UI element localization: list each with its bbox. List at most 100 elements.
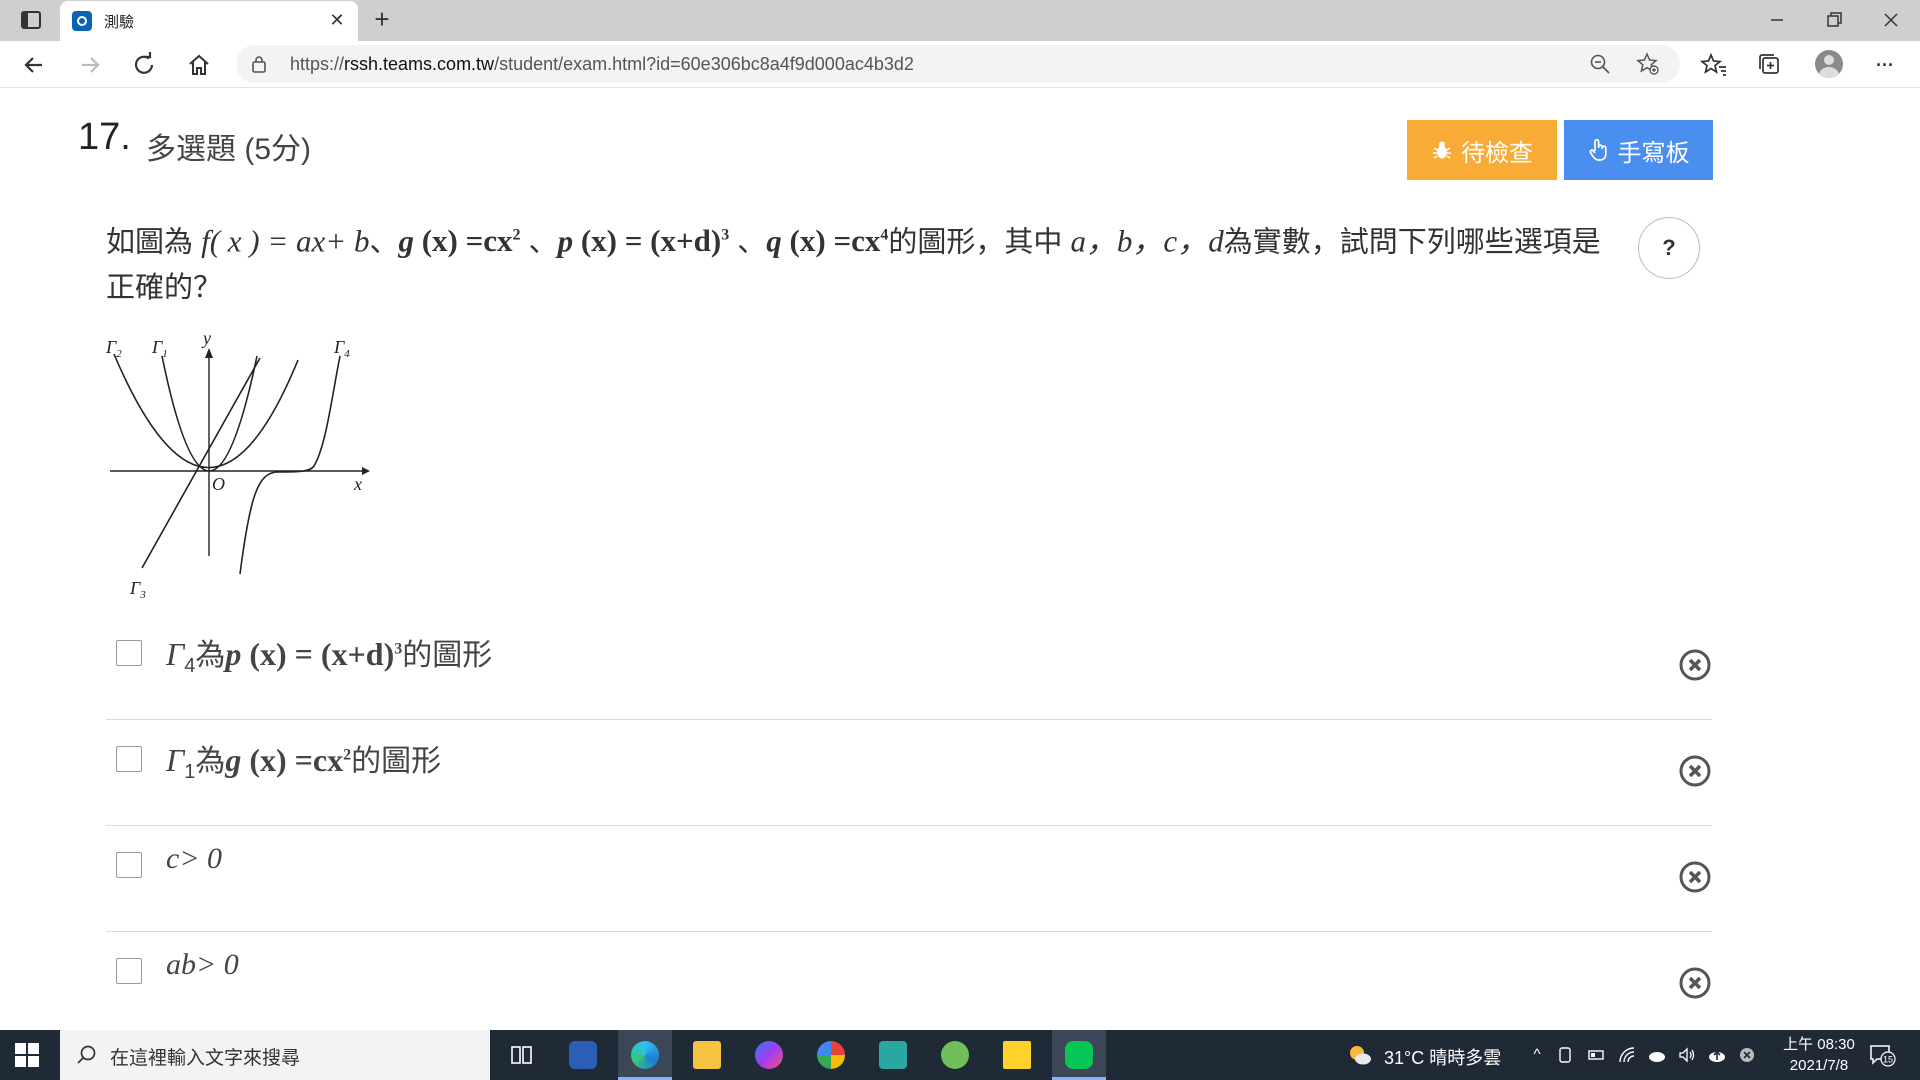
exam-page: 17. 多選題 (5分) 待檢查 手寫板 ? 如圖為 f( x ) = ax+ …	[0, 88, 1920, 1030]
curve-gamma3	[141, 357, 261, 569]
function-graph: Γ2 Γ1 Γ4 Γ3 y x O	[105, 328, 370, 601]
taskbar-app-explorer[interactable]	[680, 1030, 734, 1080]
info-app-icon	[569, 1041, 597, 1069]
option-1[interactable]: Γ4為p (x) = (x+d)3的圖形	[106, 616, 1712, 720]
show-hidden-icons-icon[interactable]: ^	[1528, 1046, 1546, 1064]
search-icon	[77, 1045, 96, 1064]
review-later-button[interactable]: 待檢查	[1407, 120, 1557, 180]
volume-icon[interactable]	[1678, 1046, 1696, 1064]
minimize-icon[interactable]	[1762, 8, 1792, 32]
edge-icon	[631, 1041, 659, 1069]
option-1-eliminate-icon[interactable]	[1678, 648, 1712, 682]
help-button[interactable]: ?	[1638, 217, 1700, 279]
label-gamma4: Γ4	[333, 337, 350, 360]
more-menu-icon[interactable]: ···	[1869, 49, 1901, 81]
y-axis-arrow-icon	[205, 348, 213, 358]
taskbar-app-avatar[interactable]	[928, 1030, 982, 1080]
browser-window: 測驗 ✕ + https://rssh.teams.com.tw/student…	[0, 0, 1920, 1030]
weather-icon[interactable]	[1348, 1044, 1372, 1066]
taskbar-app-edge[interactable]	[618, 1030, 672, 1080]
messenger-icon	[755, 1041, 783, 1069]
taskbar-app-line[interactable]	[1052, 1030, 1106, 1080]
option-2[interactable]: Γ1為g (x) =cx2的圖形	[106, 722, 1712, 826]
taskbar-search[interactable]: 在這裡輸入文字來搜尋	[60, 1030, 490, 1080]
option-2-eliminate-icon[interactable]	[1678, 754, 1712, 788]
question-type: 多選題 (5分)	[146, 133, 311, 166]
weather-text[interactable]: 31°C 晴時多雲	[1384, 1044, 1501, 1070]
curve-gamma2	[113, 353, 299, 469]
option-2-text: Γ1為g (x) =cx2的圖形	[166, 742, 442, 783]
option-1-text: Γ4為p (x) = (x+d)3的圖形	[166, 636, 493, 677]
home-icon[interactable]	[183, 49, 215, 81]
profile-avatar[interactable]	[1815, 50, 1843, 78]
lock-icon[interactable]	[252, 55, 266, 73]
option-1-checkbox[interactable]	[116, 640, 142, 666]
search-placeholder: 在這裡輸入文字來搜尋	[110, 1048, 301, 1069]
url-text[interactable]: https://rssh.teams.com.tw/student/exam.h…	[290, 54, 914, 75]
clock-date: 2021/7/8	[1789, 1057, 1849, 1074]
meet-now-icon[interactable]	[1556, 1046, 1574, 1064]
tab-exam[interactable]: 測驗 ✕	[60, 1, 358, 41]
battery-icon[interactable]	[1588, 1046, 1606, 1064]
line-icon	[1065, 1041, 1093, 1069]
handwriting-pad-button[interactable]: 手寫板	[1564, 120, 1713, 180]
svg-text:15: 15	[1883, 1055, 1893, 1065]
site-favicon-icon	[72, 11, 92, 31]
taskbar-app-google[interactable]	[804, 1030, 858, 1080]
notification-center-icon[interactable]: 15	[1868, 1043, 1896, 1067]
task-view-button[interactable]	[494, 1030, 548, 1080]
bug-icon	[1433, 141, 1451, 159]
windows-start-icon[interactable]	[14, 1042, 40, 1068]
taskbar-app-sticky-notes[interactable]	[990, 1030, 1044, 1080]
option-4-checkbox[interactable]	[116, 958, 142, 984]
label-x: x	[353, 474, 362, 494]
x-axis-arrow-icon	[362, 467, 370, 475]
option-4-text: ab> 0	[166, 948, 239, 981]
option-4[interactable]: ab> 0	[106, 934, 1712, 1030]
clock[interactable]: 上午 08:30 2021/7/8	[1764, 1034, 1874, 1076]
option-4-eliminate-icon[interactable]	[1678, 966, 1712, 1000]
refresh-icon[interactable]	[128, 49, 160, 81]
cloud-upload-icon[interactable]	[1708, 1046, 1726, 1064]
windows-taskbar: 在這裡輸入文字來搜尋 31°C 晴時多雲 ^ 上午 08:30 2021/7/8…	[0, 1030, 1920, 1080]
review-later-label: 待檢查	[1461, 139, 1533, 167]
handwriting-pad-label: 手寫板	[1617, 139, 1690, 167]
forward-icon[interactable]	[74, 49, 106, 81]
label-gamma3: Γ3	[129, 578, 146, 601]
folder-icon	[693, 1041, 721, 1069]
wifi-icon[interactable]	[1618, 1046, 1636, 1064]
clock-time: 上午 08:30	[1783, 1036, 1855, 1053]
google-icon	[817, 1041, 845, 1069]
option-3-eliminate-icon[interactable]	[1678, 860, 1712, 894]
add-favorite-icon[interactable]	[1636, 52, 1660, 76]
tab-close-icon[interactable]: ✕	[326, 9, 348, 31]
hand-pointer-icon	[1589, 138, 1607, 161]
label-gamma2: Γ2	[105, 337, 122, 360]
onedrive-icon[interactable]	[1648, 1046, 1666, 1064]
question-number: 17.	[78, 116, 131, 158]
taskbar-app-info[interactable]	[556, 1030, 610, 1080]
option-3-checkbox[interactable]	[116, 852, 142, 878]
restore-icon[interactable]	[1818, 8, 1848, 32]
task-view-icon	[511, 1046, 532, 1064]
sticky-notes-icon	[1003, 1041, 1031, 1069]
address-bar[interactable]: https://rssh.teams.com.tw/student/exam.h…	[236, 45, 1680, 83]
label-origin: O	[212, 474, 225, 494]
sync-error-icon[interactable]	[1738, 1046, 1756, 1064]
back-icon[interactable]	[18, 49, 50, 81]
tab-title: 測驗	[104, 14, 135, 31]
option-2-checkbox[interactable]	[116, 746, 142, 772]
zoom-out-icon[interactable]	[1588, 52, 1612, 76]
label-gamma1: Γ1	[151, 337, 168, 360]
collections-icon[interactable]	[1754, 49, 1786, 81]
favorites-icon[interactable]	[1698, 49, 1730, 81]
question-stem: 如圖為 f( x ) = ax+ b、g (x) =cx2 、p (x) = (…	[106, 223, 1601, 305]
taskbar-app-messenger[interactable]	[742, 1030, 796, 1080]
curve-gamma4	[239, 355, 341, 575]
tab-actions-icon[interactable]	[14, 9, 46, 31]
option-3[interactable]: c> 0	[106, 828, 1712, 932]
close-window-icon[interactable]	[1876, 8, 1906, 32]
taskbar-app-calculator[interactable]	[866, 1030, 920, 1080]
option-3-text: c> 0	[166, 842, 223, 875]
new-tab-button[interactable]: +	[368, 6, 396, 34]
